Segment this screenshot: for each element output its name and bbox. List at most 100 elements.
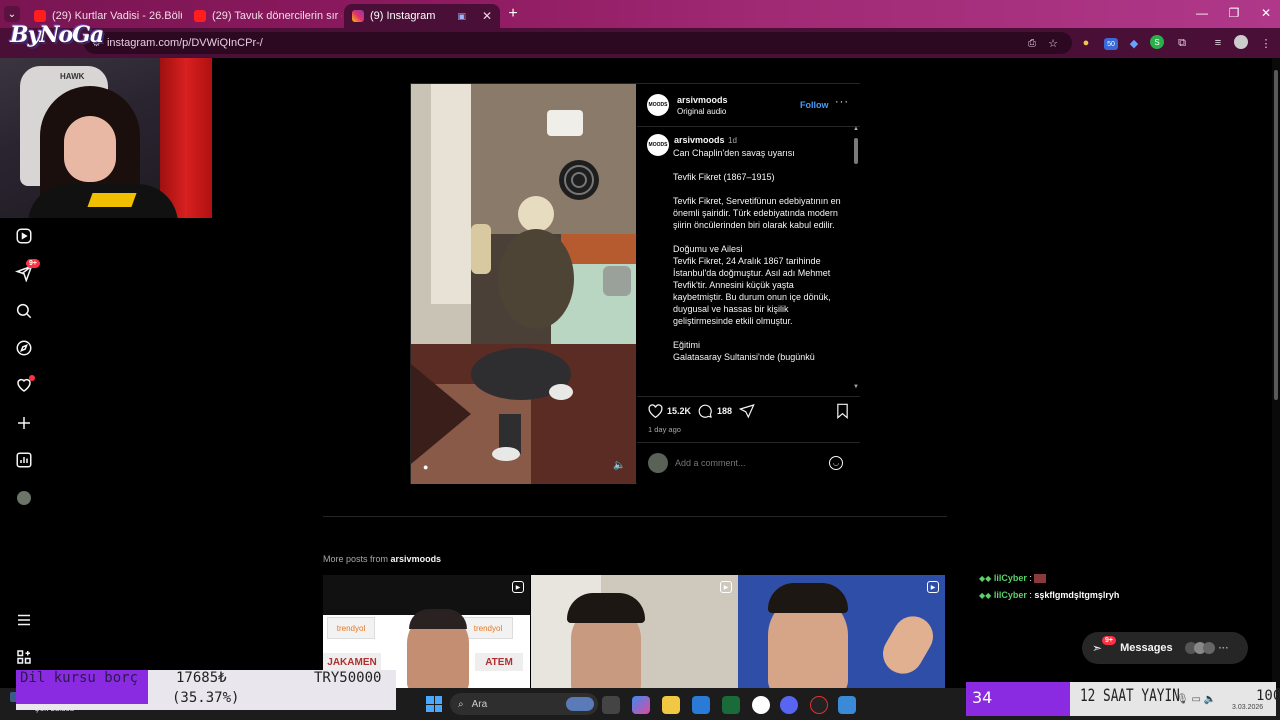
file-explorer-icon[interactable] <box>662 696 680 714</box>
copilot-icon[interactable] <box>632 696 650 714</box>
like-count[interactable]: 15.2K <box>667 406 691 416</box>
scroll-up-icon[interactable]: ▲ <box>853 126 859 132</box>
reels-icon[interactable] <box>12 224 36 248</box>
close-tab-icon[interactable]: ✕ <box>476 9 492 23</box>
reel-video[interactable]: ● 🔈 <box>411 84 636 484</box>
caption-line: Tevfik Fikret, Servetifünun edebiyatının… <box>673 196 841 230</box>
caption-scrollbar[interactable]: ▲ ▼ <box>853 126 859 392</box>
more-posts-username[interactable]: arsivmoods <box>391 554 442 564</box>
address-bar: ⚙ instagram.com/p/DVWiQInCPr-/ ⎙ ☆ ● 50 … <box>0 28 1280 58</box>
webcam-overlay: HAWK <box>0 58 212 218</box>
tab-instagram[interactable]: (9) Instagram ▣ ✕ <box>344 4 500 28</box>
author-avatar[interactable]: MOODS <box>647 94 669 116</box>
scrollbar-thumb[interactable] <box>854 138 858 164</box>
volume-icon[interactable]: 🔈 <box>613 460 625 471</box>
comment-divider <box>637 442 860 443</box>
chat-username: lilCyber <box>993 573 1027 583</box>
section-divider <box>323 516 947 517</box>
extension-icon[interactable]: S <box>1150 35 1164 49</box>
author-username[interactable]: arsivmoods <box>677 95 728 105</box>
stream-logo: ByNoGa <box>10 22 104 48</box>
excel-icon[interactable] <box>722 696 740 714</box>
url-text: instagram.com/p/DVWiQInCPr-/ <box>106 37 263 49</box>
extension-icon[interactable]: ● <box>1078 35 1094 51</box>
tab-tavuk-donerci[interactable]: (29) Tavuk dönercilerin sır gibi ✕ <box>186 4 342 28</box>
sponsor-logo-text: JAKAMEN <box>323 653 381 671</box>
search-icon: ⌕ <box>458 698 464 710</box>
messages-badge: 9+ <box>26 259 40 268</box>
store-icon[interactable] <box>692 696 710 714</box>
windows-start-icon[interactable] <box>426 696 442 712</box>
search-icon[interactable] <box>12 299 36 323</box>
video-frame <box>411 84 636 484</box>
more-posts-prefix: More posts from <box>323 554 389 564</box>
tab-search-button[interactable]: ⌄ <box>4 6 20 22</box>
sponsor-logo-text: ATEM <box>475 653 523 671</box>
messages-button[interactable]: ➣ 9+ Messages ··· <box>1082 632 1248 664</box>
comment-input[interactable] <box>675 456 815 470</box>
follow-button[interactable]: Follow <box>800 100 829 110</box>
maximize-button[interactable]: ❐ <box>1224 6 1244 20</box>
like-icon[interactable] <box>647 403 664 419</box>
streamer-face <box>64 116 116 182</box>
messages-badge: 9+ <box>1102 636 1116 645</box>
apps-icon[interactable] <box>12 645 36 669</box>
chat-username: lilCyber <box>993 590 1027 600</box>
bookmark-star-icon[interactable]: ☆ <box>1048 37 1058 50</box>
taskbar-search[interactable]: ⌕ Ara <box>450 693 598 715</box>
message-avatars <box>1184 642 1215 654</box>
extension-icon[interactable]: ◆ <box>1126 35 1142 51</box>
explore-icon[interactable] <box>12 336 36 360</box>
create-icon[interactable] <box>12 411 36 435</box>
messages-label: Messages <box>1120 642 1173 654</box>
reel-icon: ▶ <box>927 581 939 593</box>
tag-user-icon[interactable]: ● <box>423 462 428 472</box>
search-highlight-image <box>566 697 594 711</box>
caption-line: Tevfik Fikret (1867–1915) <box>673 172 775 182</box>
app-icon[interactable] <box>838 696 856 714</box>
new-tab-button[interactable]: + <box>504 5 522 23</box>
share-icon[interactable] <box>739 403 755 419</box>
comment-count[interactable]: 188 <box>717 406 732 416</box>
caption-avatar[interactable]: MOODS <box>647 134 669 156</box>
tray-icons[interactable]: 🎙 ▭ 🔈 <box>1176 694 1216 705</box>
dashboard-icon[interactable] <box>12 448 36 472</box>
chrome-icon[interactable] <box>752 696 770 714</box>
more-options-icon[interactable]: ··· <box>835 96 849 108</box>
caption-username[interactable]: arsivmoods <box>674 135 725 145</box>
menu-icon[interactable] <box>12 608 36 632</box>
reading-list-icon[interactable]: ≡ <box>1210 35 1226 51</box>
commenter-avatar <box>648 453 668 473</box>
audio-label[interactable]: Original audio <box>677 107 726 116</box>
emote-image <box>1034 574 1047 584</box>
flag <box>160 58 212 218</box>
minimize-button[interactable]: — <box>1192 6 1212 20</box>
discord-icon[interactable] <box>780 696 798 714</box>
install-app-icon[interactable]: ⎙ <box>1028 38 1036 49</box>
messages-icon[interactable]: 9+ <box>12 259 40 285</box>
browser-menu-icon[interactable]: ⋮ <box>1258 35 1274 51</box>
scroll-down-icon[interactable]: ▼ <box>853 384 859 390</box>
more-posts-heading: More posts from arsivmoods <box>323 554 441 564</box>
more-post-thumb[interactable]: ▶ <box>531 575 738 688</box>
cast-icon: ▣ <box>457 10 466 21</box>
omnibox[interactable]: ⚙ instagram.com/p/DVWiQInCPr-/ ⎙ ☆ <box>84 32 1072 54</box>
notifications-icon[interactable] <box>12 373 36 397</box>
comment-icon[interactable] <box>697 403 713 419</box>
close-window-button[interactable]: ✕ <box>1256 6 1276 20</box>
page-scrollbar[interactable] <box>1272 58 1280 688</box>
profile-avatar[interactable] <box>12 486 36 510</box>
save-icon[interactable] <box>835 403 850 419</box>
more-post-thumb[interactable]: ▶ <box>738 575 945 688</box>
task-view-icon[interactable] <box>602 696 620 714</box>
sponsor-logo-text: trendyol <box>463 617 513 639</box>
extensions-puzzle-icon[interactable]: ⧉ <box>1174 35 1190 51</box>
tab-title: (29) Kurtlar Vadisi - 26.Bölüm | <box>52 10 182 22</box>
instagram-sidebar: 9+ <box>0 218 48 688</box>
scrollbar-thumb[interactable] <box>1274 70 1278 400</box>
profile-avatar[interactable] <box>1234 35 1248 49</box>
sponsor-logo-text: trendyol <box>327 617 375 639</box>
obs-icon[interactable] <box>810 696 828 714</box>
extension-badge[interactable]: 50 <box>1104 38 1118 50</box>
emoji-icon[interactable]: ◡ <box>829 456 843 470</box>
